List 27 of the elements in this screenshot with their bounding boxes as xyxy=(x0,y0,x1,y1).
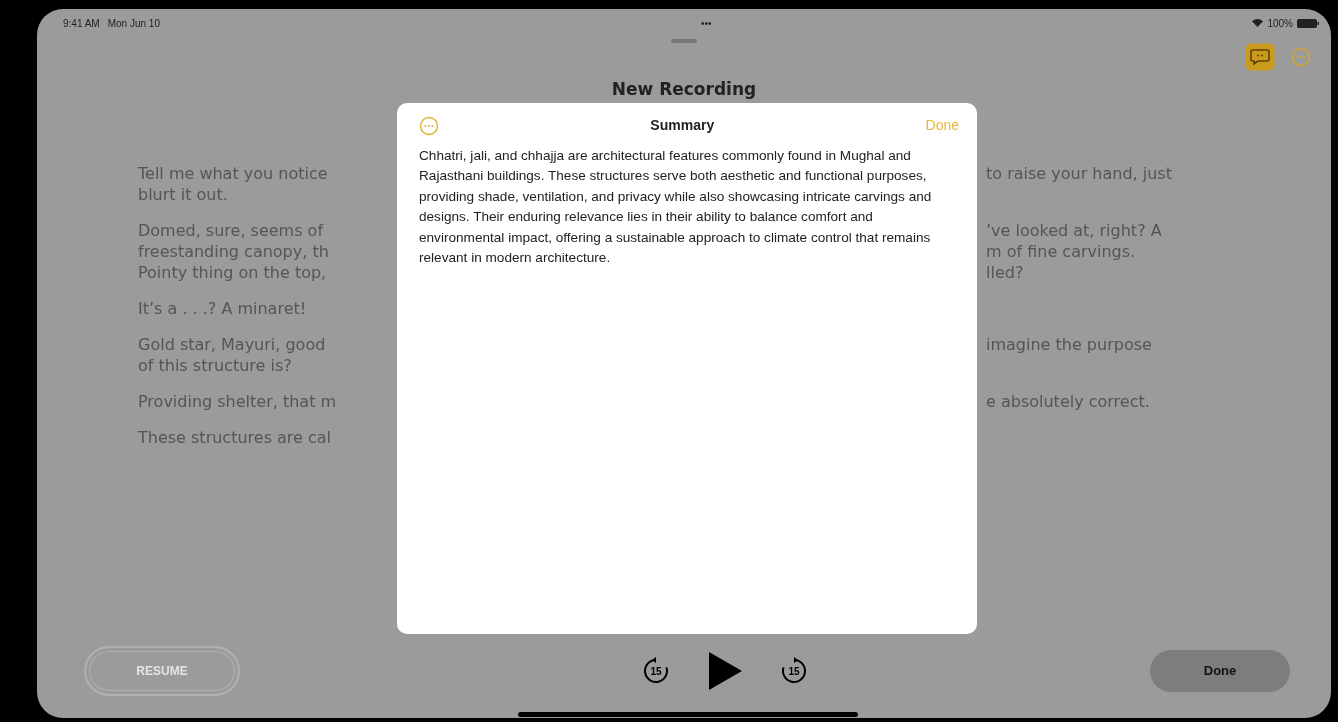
transcript-button[interactable] xyxy=(1245,43,1275,71)
play-button[interactable] xyxy=(707,651,743,691)
transcript-paragraph: Tell me what you notice blurt it out. xyxy=(138,162,329,205)
battery-percent: 100% xyxy=(1267,16,1293,31)
transcript-paragraph: Gold star, Mayuri, good of this structure is? xyxy=(138,333,327,376)
more-button[interactable] xyxy=(1291,47,1311,67)
recording-title: New Recording xyxy=(610,78,758,101)
transcript-paragraph: ’ve looked at, right? A m of fine carvings. lled? xyxy=(986,219,1163,283)
status-date: Mon Jun 10 xyxy=(107,16,160,31)
summary-text: Chhatri, jali, and chhajja are architectural features commonly found in Mughal and Rajasthani buildings. These structures serve both aesthetic and functional purposes, providing shade, ventilation, and privacy while also showcasing intricate carvings and designs. Their enduring relevance lies in their ability to balance comfort and environmental impact, offering a sustainable approach to climate control that remains relevant in modern architecture. xyxy=(419,147,933,268)
grabber-handle[interactable] xyxy=(671,39,697,43)
done-button[interactable]: Done xyxy=(1150,650,1290,692)
battery-icon xyxy=(1297,18,1319,28)
more-button[interactable] xyxy=(419,115,439,136)
transcript-paragraph: to raise your hand, just xyxy=(986,162,1173,185)
transcript-paragraph: imagine the purpose xyxy=(986,333,1153,356)
sheet-title: Summary xyxy=(650,116,715,135)
status-time: 9:41 AM xyxy=(63,16,100,31)
transcript-paragraph: These structures are cal xyxy=(138,426,333,448)
transcript-paragraph: e absolutely correct. xyxy=(986,390,1151,412)
skip-forward-button[interactable]: 15 xyxy=(779,656,809,686)
transcript-paragraph: It’s a . . .? A minaret! xyxy=(138,297,308,319)
skip-back-button[interactable]: 15 xyxy=(641,656,671,686)
transcript-paragraph: Providing shelter, that m xyxy=(138,390,338,412)
wifi-icon xyxy=(1252,19,1264,27)
transcript-paragraph: Domed, sure, seems of freestanding canopy, th Pointy thing on the top, xyxy=(138,219,330,283)
multitask-dots: ••• xyxy=(700,17,712,29)
